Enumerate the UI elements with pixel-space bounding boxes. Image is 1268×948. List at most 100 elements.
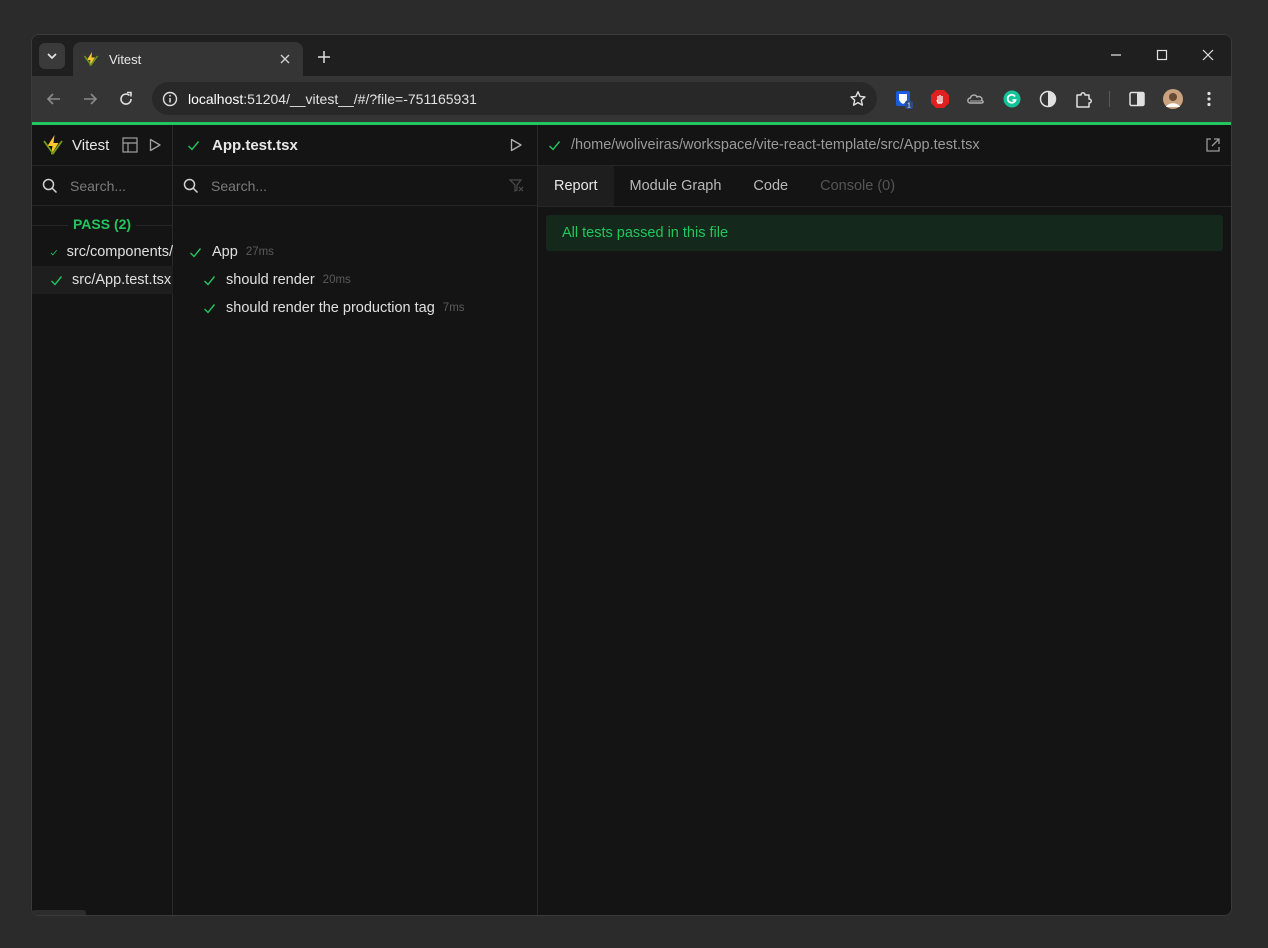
file-item-selected[interactable]: src/App.test.tsx — [32, 266, 173, 294]
test-file-name: App.test.tsx — [212, 136, 298, 154]
contrast-icon — [1039, 90, 1057, 108]
check-icon — [51, 275, 63, 286]
browser-tab[interactable]: Vitest — [73, 42, 303, 76]
tab-code[interactable]: Code — [737, 166, 804, 206]
url-path: :51204/__vitest__/#/?file=-751165931 — [243, 90, 477, 107]
extension-dark-mode[interactable] — [1036, 87, 1060, 111]
test-case-row[interactable]: should render 20ms — [203, 266, 351, 294]
run-all-play-icon[interactable] — [148, 138, 162, 152]
vitest-logo-icon — [43, 135, 63, 156]
file-navigation-panel: Vitest PASS (2) src/components/ src/App.… — [32, 125, 173, 915]
close-icon — [1202, 49, 1214, 61]
test-case-duration: 20ms — [322, 274, 351, 286]
extension-grammarly[interactable] — [1000, 87, 1024, 111]
close-icon — [280, 54, 290, 64]
dashboard-icon[interactable] — [122, 137, 138, 153]
test-file-header: App.test.tsx — [173, 125, 537, 166]
vitest-ui: Vitest PASS (2) src/components/ src/App.… — [32, 125, 1231, 915]
check-icon — [204, 275, 216, 286]
puzzle-icon — [1076, 92, 1092, 108]
address-bar[interactable]: localhost:51204/__vitest__/#/?file=-7511… — [152, 82, 877, 115]
tab-report[interactable]: Report — [538, 166, 614, 206]
file-item[interactable]: src/components/ — [32, 238, 173, 266]
tab-console[interactable]: Console (0) — [804, 166, 911, 206]
check-icon — [50, 249, 58, 255]
browser-toolbar: localhost:51204/__vitest__/#/?file=-7511… — [32, 76, 1231, 122]
minimize-button[interactable] — [1100, 43, 1132, 67]
file-path-header: /home/woliveiras/workspace/vite-react-te… — [538, 125, 1231, 166]
search-icon — [42, 178, 58, 193]
detail-tabs: Report Module Graph Code Console (0) — [538, 166, 1231, 207]
reload-icon — [120, 91, 132, 105]
new-tab-button[interactable] — [313, 46, 335, 68]
check-icon — [188, 140, 200, 151]
run-file-play-icon[interactable] — [509, 138, 523, 152]
file-search-input[interactable] — [70, 177, 160, 194]
tab-strip: Vitest — [32, 35, 1231, 76]
check-icon — [204, 303, 216, 314]
site-info-icon[interactable] — [162, 91, 178, 107]
pass-group-label[interactable]: PASS (2) — [73, 216, 131, 232]
maximize-icon — [1156, 49, 1168, 61]
test-search-row — [173, 166, 537, 206]
suite-label: App — [212, 244, 238, 260]
tab-module-graph[interactable]: Module Graph — [614, 166, 738, 206]
tab-close-button[interactable] — [277, 51, 293, 67]
file-item-label: src/App.test.tsx — [72, 272, 172, 288]
suite-duration: 27ms — [245, 246, 274, 258]
browser-menu-button[interactable] — [1197, 87, 1221, 111]
file-item-label: src/components/ — [66, 244, 173, 260]
divider — [136, 225, 173, 226]
grammarly-icon — [1003, 90, 1021, 108]
vitest-logo-icon — [83, 52, 99, 67]
arrow-right-icon — [84, 93, 98, 105]
extensions-menu-button[interactable] — [1072, 87, 1096, 111]
url-host: localhost — [188, 90, 244, 107]
browser-window: Vitest localhost:51204/__vitest__/#/?fil… — [31, 34, 1232, 916]
cloud-icon — [967, 94, 984, 104]
test-case-duration: 7ms — [442, 302, 465, 314]
profile-button[interactable] — [1161, 87, 1185, 111]
more-vertical-icon — [1207, 91, 1211, 107]
extension-bitwarden[interactable]: 1 — [892, 87, 916, 111]
test-case-row[interactable]: should render the production tag 7ms — [203, 294, 465, 322]
stop-hand-icon — [931, 90, 949, 108]
maximize-button[interactable] — [1146, 43, 1178, 67]
navigation-header: Vitest — [32, 125, 172, 166]
all-passed-banner: All tests passed in this file — [546, 215, 1223, 251]
brand-title: Vitest — [72, 136, 110, 154]
extension-adblock[interactable] — [928, 87, 952, 111]
back-button[interactable] — [42, 87, 66, 111]
side-panel-button[interactable] — [1125, 87, 1149, 111]
forward-button[interactable] — [78, 87, 102, 111]
close-window-button[interactable] — [1192, 43, 1224, 67]
open-external-icon[interactable] — [1205, 137, 1221, 153]
file-detail-panel: /home/woliveiras/workspace/vite-react-te… — [538, 125, 1231, 915]
file-search-row — [32, 166, 172, 206]
extension-badge: 1 — [907, 103, 911, 110]
test-case-label: should render — [226, 272, 315, 288]
star-bookmark-icon[interactable] — [849, 90, 867, 108]
url-text[interactable]: localhost:51204/__vitest__/#/?file=-7511… — [188, 91, 849, 107]
tab-title: Vitest — [109, 51, 142, 67]
test-suite-row[interactable]: App 27ms — [189, 238, 274, 266]
extension-cloud[interactable] — [964, 87, 988, 111]
arrow-left-icon — [46, 93, 60, 105]
toolbar-separator — [1109, 91, 1110, 107]
file-path: /home/woliveiras/workspace/vite-react-te… — [571, 137, 980, 153]
test-case-label: should render the production tag — [226, 300, 435, 316]
test-tree-panel: App.test.tsx App 27ms should render 20ms — [173, 125, 538, 915]
divider — [32, 225, 68, 226]
minimize-icon — [1111, 54, 1121, 56]
reload-button[interactable] — [114, 87, 138, 111]
tab-search-button[interactable] — [39, 43, 65, 69]
side-panel-icon — [1129, 91, 1145, 107]
chevron-down-icon — [47, 53, 57, 59]
check-icon — [190, 247, 202, 258]
horizontal-scrollbar[interactable] — [32, 910, 86, 915]
avatar — [1163, 89, 1183, 109]
test-search-input[interactable] — [211, 177, 491, 194]
shield-extension-icon: 1 — [896, 91, 913, 110]
search-icon — [183, 178, 199, 193]
filter-icon[interactable] — [509, 178, 524, 193]
